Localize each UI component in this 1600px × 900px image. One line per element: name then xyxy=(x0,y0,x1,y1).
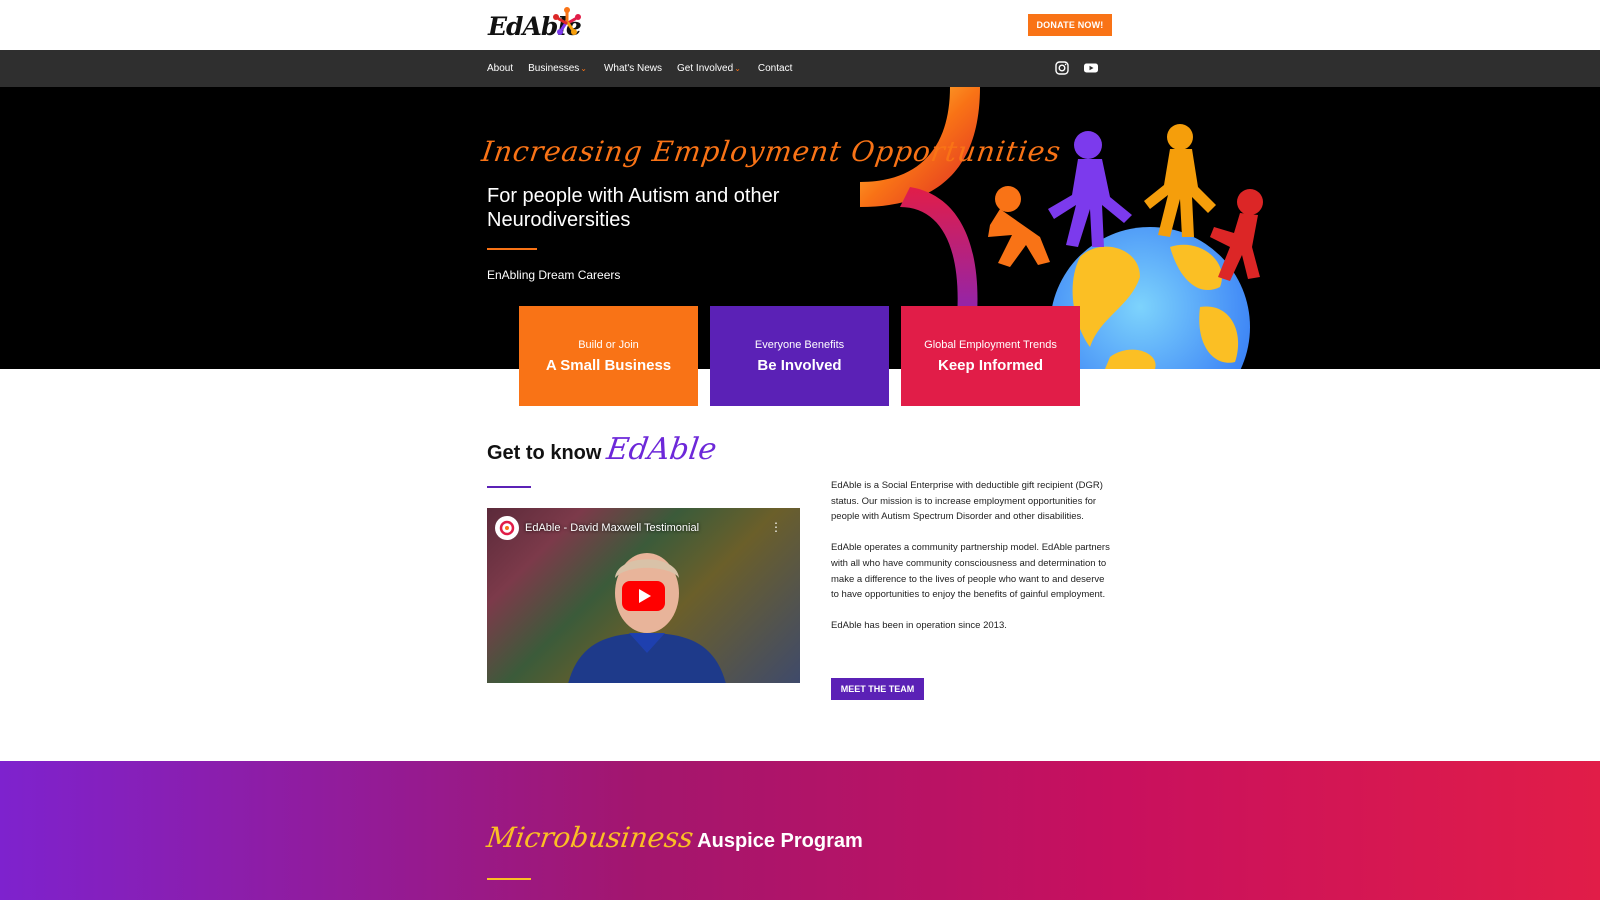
nav-item-whats-news[interactable]: What's News xyxy=(604,63,662,74)
nav-label: About xyxy=(487,63,514,74)
card-small-business[interactable]: Build or Join A Small Business xyxy=(519,306,698,406)
video-player[interactable]: EdAble - David Maxwell Testimonial ⋮ xyxy=(487,508,800,683)
card-subtitle: Global Employment Trends xyxy=(924,338,1057,351)
more-vertical-icon[interactable]: ⋮ xyxy=(770,520,782,534)
nav-item-about[interactable]: About xyxy=(487,63,513,74)
title-plain: Auspice Program xyxy=(697,830,863,852)
chevron-down-icon: ⌄ xyxy=(580,64,587,73)
nav-label: Contact xyxy=(757,63,793,74)
channel-avatar[interactable] xyxy=(495,516,519,540)
instagram-icon[interactable] xyxy=(1054,60,1070,76)
about-paragraph: EdAble is a Social Enterprise with deduc… xyxy=(831,480,1103,523)
about-paragraph: EdAble operates a community partnership … xyxy=(831,542,1110,601)
card-title: Keep Informed xyxy=(937,356,1043,374)
nav-label: Get Involved xyxy=(677,63,734,74)
hero-title: For people with Autism and other Neurodi… xyxy=(487,185,780,231)
nav-item-businesses[interactable]: Businesses ⌄ xyxy=(528,63,587,74)
meet-the-team-button[interactable]: MEET THE TEAM xyxy=(831,678,924,700)
card-title: A Small Business xyxy=(545,356,672,374)
section-title-get-to-know: Get to know EdAble xyxy=(487,432,720,467)
nav-items: About Businesses ⌄ What's News Get Invol… xyxy=(487,50,807,87)
card-subtitle: Everyone Benefits xyxy=(754,338,845,351)
nav-label: What's News xyxy=(603,63,663,74)
nav-label: Businesses xyxy=(528,63,580,74)
card-title: Be Involved xyxy=(757,356,842,374)
title-plain: Get to know xyxy=(487,442,602,464)
card-be-involved[interactable]: Everyone Benefits Be Involved xyxy=(710,306,889,406)
about-description: EdAble is a Social Enterprise with deduc… xyxy=(831,478,1111,650)
star-people-icon xyxy=(553,7,581,35)
title-script: EdAble xyxy=(604,432,720,467)
chevron-down-icon: ⌄ xyxy=(734,64,741,73)
donate-button[interactable]: DONATE NOW! xyxy=(1028,14,1112,36)
top-header: EdAble DONATE NOW! xyxy=(0,0,1600,50)
social-links xyxy=(1054,60,1099,76)
play-button[interactable] xyxy=(622,581,665,611)
hero-divider xyxy=(487,248,537,250)
edable-logo[interactable]: EdAble xyxy=(488,4,582,44)
section-title-microbusiness: Microbusiness Auspice Program xyxy=(484,821,863,854)
hero-script-title: Increasing Employment Opportunities xyxy=(479,135,1064,168)
nav-item-contact[interactable]: Contact xyxy=(758,63,792,74)
card-subtitle: Build or Join xyxy=(578,338,639,351)
youtube-icon[interactable] xyxy=(1083,60,1099,76)
about-paragraph: EdAble has been in operation since 2013. xyxy=(831,620,1007,632)
title-script: Microbusiness xyxy=(484,821,696,854)
section-divider xyxy=(487,486,531,488)
main-nav: About Businesses ⌄ What's News Get Invol… xyxy=(0,50,1600,87)
card-keep-informed[interactable]: Global Employment Trends Keep Informed xyxy=(901,306,1080,406)
video-title[interactable]: EdAble - David Maxwell Testimonial xyxy=(525,522,699,534)
nav-item-get-involved[interactable]: Get Involved ⌄ xyxy=(677,63,741,74)
section-divider xyxy=(487,878,531,880)
hero-tagline: EnAbling Dream Careers xyxy=(487,268,621,282)
microbusiness-section: Microbusiness Auspice Program xyxy=(0,761,1600,900)
